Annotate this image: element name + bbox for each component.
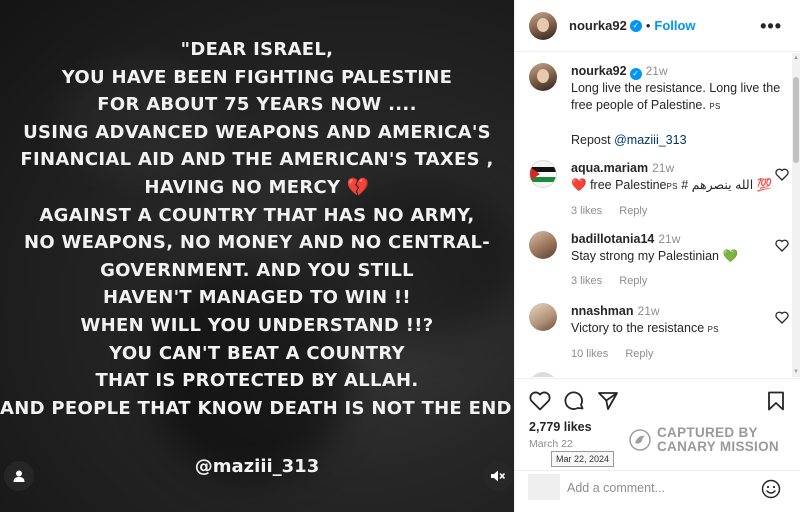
quote-text: "DEAR ISRAEL, YOU HAVE BEEN FIGHTING PAL… [0,36,514,422]
comment-text: Stay strong my Palestinian [571,249,719,263]
comment-body: aqua.mariam 21w ❤️ free PalestinePS # الل… [571,160,789,195]
comment-text: free Palestine [590,178,667,192]
quote-line: USING ADVANCED WEAPONS AND AMERICA'S [23,121,491,143]
comment-meta: 3 likes Reply [571,275,789,287]
quote-line: HAVING NO MERCY [144,176,341,198]
heart-outline-icon[interactable] [775,239,789,252]
palestine-flag-icon: PS [707,325,719,334]
repost-prefix: Repost [571,133,611,147]
quote-line: FINANCIAL AID AND THE AMERICAN'S TAXES , [20,149,494,171]
comment-text-arabic: # الله ينصرهم [681,178,754,192]
comment-bubble-icon[interactable] [563,391,585,412]
quote-line: THAT IS PROTECTED BY ALLAH. [95,370,419,392]
comments-list[interactable]: nourka92 ✓ 21w Long live the resistance. L… [515,53,793,377]
commenter-avatar[interactable] [529,303,557,331]
commenter-avatar[interactable] [529,231,557,259]
like-heart-icon[interactable] [529,391,551,411]
comment-meta: 10 likes Reply [571,348,789,360]
bookmark-icon[interactable] [767,391,785,411]
quote-line: "DEAR ISRAEL, [180,39,334,60]
caption: nourka92 ✓ 21w Long live the resistance. L… [529,63,789,149]
mute-button[interactable] [483,461,513,491]
emoji-icon[interactable] [761,479,781,499]
post-media[interactable]: "DEAR ISRAEL, YOU HAVE BEEN FIGHTING PAL… [0,0,514,512]
quote-line: NO WEAPONS, NO MONEY AND NO CENTRAL- [23,232,491,254]
quote-line: HAVEN'T MANAGED TO WIN !! [103,287,411,309]
comment-meta: 3 likes Reply [571,205,789,217]
quote-line: AGAINST A COUNTRY THAT HAS NO ARMY, [39,204,475,226]
user-tag-icon [13,470,25,482]
comment-item: badillotania14 21w Stay strong my Palesti… [529,231,789,287]
comments-scrollbar[interactable]: ▲ ▼ [792,53,800,377]
comment-avatar-placeholder [528,474,560,500]
quote-line: WHEN WILL YOU UNDERSTAND !!? [80,314,434,336]
post-header: nourka92 ✓ • Follow ••• [515,0,800,52]
comment-body: badillotania14 21w Stay strong my Palesti… [571,231,789,265]
quote-line: YOU HAVE BEEN FIGHTING PALESTINE [61,66,453,88]
more-options-icon[interactable]: ••• [760,16,782,37]
verified-badge-icon: ✓ [629,68,642,80]
commenter-avatar[interactable] [529,372,557,377]
media-handle: @maziii_313 [194,456,320,477]
heart-outline-icon[interactable] [775,311,789,324]
mute-icon [491,470,506,482]
date-tooltip: Mar 22, 2024 [551,451,615,467]
scroll-down-icon[interactable]: ▼ [793,369,799,375]
broken-heart-icon: 💔 [346,176,370,198]
tagged-users-button[interactable] [4,461,34,491]
comment-item: aqua.mariam 21w ❤️ free PalestinePS # الل… [529,160,789,217]
red-heart-icon: ❤️ [571,178,587,192]
caption-body: nourka92 ✓ 21w Long live the resistance. L… [571,63,789,149]
palestine-flag-icon: PS [709,102,721,111]
add-comment-input[interactable]: Add a comment... [567,481,665,495]
add-comment-bar: Add a comment... [515,470,800,512]
reply-button[interactable]: Reply [619,275,647,287]
palestine-flag-icon: PS [666,182,678,191]
canary-bird-icon [629,429,651,451]
green-heart-icon: 💚 [722,249,739,263]
quote-line-with-heart: HAVING NO MERCY 💔 [0,174,514,202]
commenter-avatar[interactable] [529,160,557,188]
quote-line: YOU CAN'T BEAT A COUNTRY [109,342,405,364]
follow-button[interactable]: Follow [654,18,695,33]
reply-button[interactable]: Reply [625,348,653,360]
hundred-points-icon: 💯 [756,178,773,192]
author-avatar[interactable] [529,11,557,40]
header-separator: • [645,18,651,33]
quote-line: GOVERNMENT. AND YOU STILL [100,259,414,281]
comment-item: nnashman 21w Victory to the resistance PS… [529,303,789,360]
watermark-line-1: CAPTURED BY [657,425,758,440]
comment-time: 21w [637,304,660,318]
comment-likes[interactable]: 10 likes [571,348,608,360]
heart-outline-icon[interactable] [775,168,789,181]
post-date[interactable]: March 22 [529,438,573,450]
scroll-up-icon[interactable]: ▲ [793,55,799,61]
quote-line: AND PEOPLE THAT KNOW DEATH IS NOT THE EN… [0,397,514,419]
verified-badge-icon: ✓ [629,19,642,32]
caption-username[interactable]: nourka92 [571,64,627,78]
author-avatar[interactable] [529,63,557,91]
comment-username[interactable]: badillotania14 [571,232,654,246]
repost-handle-link[interactable]: @maziii_313 [614,133,686,147]
post-details-panel: nourka92 ✓ • Follow ••• nourka92 ✓ 21w Lon… [514,0,800,512]
quote-line: FOR ABOUT 75 YEARS NOW .... [97,94,417,116]
author-username[interactable]: nourka92 [569,18,627,33]
scrollbar-thumb[interactable] [793,77,799,163]
share-paper-plane-icon[interactable] [597,391,619,411]
comment-likes[interactable]: 3 likes [571,205,602,217]
reply-button[interactable]: Reply [619,205,647,217]
watermark-line-2: CANARY MISSION [657,439,779,454]
comment-body: nnashman 21w Victory to the resistance PS [571,303,789,338]
comment-time: 21w [652,161,675,175]
comment-text: Victory to the resistance [571,321,705,335]
comment-likes[interactable]: 3 likes [571,275,602,287]
comment-username[interactable]: nnashman [571,304,634,318]
post-actions: 2,779 likes March 22 Mar 22, 2024 CAPTUR… [515,378,800,512]
comment-time: 21w [658,232,681,246]
canary-mission-watermark: CAPTURED BY CANARY MISSION [629,426,779,454]
likes-count[interactable]: 2,779 likes [529,420,592,434]
caption-time: 21w [645,64,668,78]
comment-username[interactable]: aqua.mariam [571,161,648,175]
caption-text: Long live the resistance. Long live the … [571,81,781,112]
